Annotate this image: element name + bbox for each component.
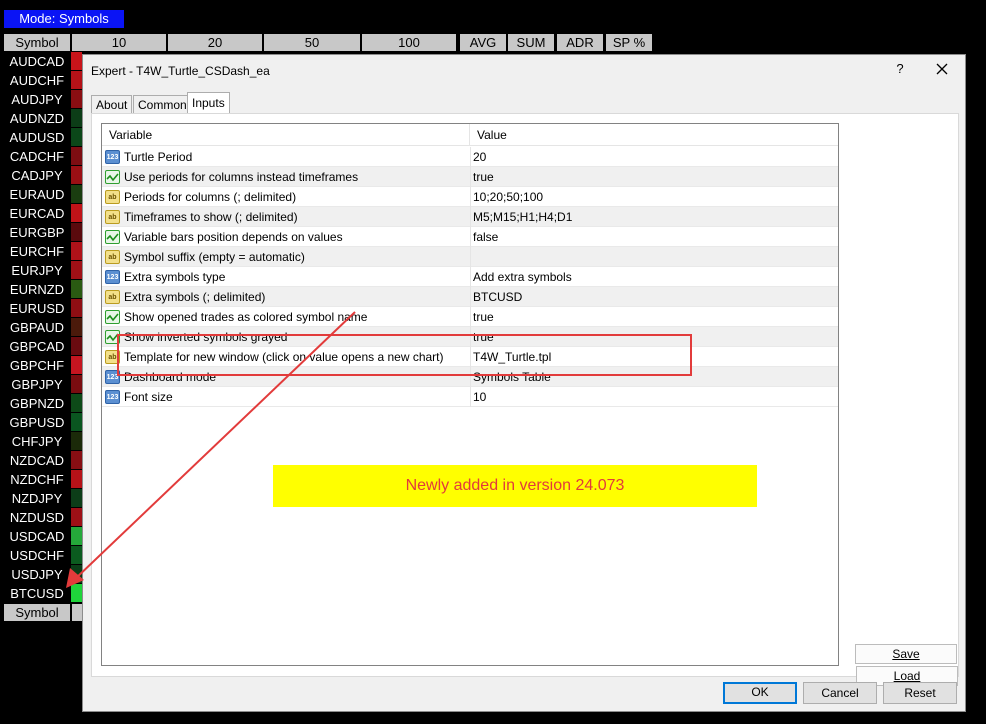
terminal-window: Mode: Symbols Symbol 10 20 50 100 AVG SU… [0,0,986,724]
annotation-arrow [66,311,356,588]
